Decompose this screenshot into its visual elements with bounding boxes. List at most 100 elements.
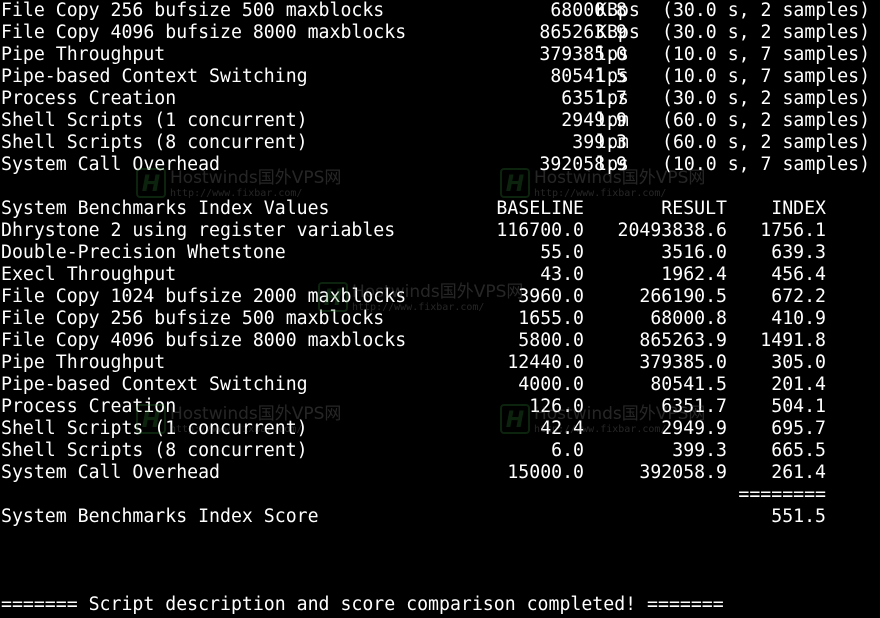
index-row: Double-Precision Whetstone 55.0 3516.0 6…	[0, 242, 880, 264]
result-row: File Copy 256 bufsize 500 maxblocks 6800…	[0, 0, 880, 22]
baseline-header: BASELINE	[496, 198, 584, 219]
index-row-index: 1491.8	[760, 330, 826, 351]
score-separator-row: ========	[0, 484, 880, 506]
index-row-index: 305.0	[771, 352, 826, 373]
index-row: File Copy 1024 bufsize 2000 maxblocks 39…	[0, 286, 880, 308]
index-row-result: 20493838.6	[617, 220, 728, 241]
index-row-label: System Call Overhead	[1, 462, 220, 483]
index-row-index: 695.7	[771, 418, 826, 439]
index-row-baseline: 15000.0	[507, 462, 584, 483]
index-row: Dhrystone 2 using register variables 116…	[0, 220, 880, 242]
result-unit: lpm	[596, 110, 629, 131]
result-unit: KBps	[596, 22, 640, 43]
result-label: Pipe-based Context Switching	[1, 66, 308, 87]
result-unit: lps	[596, 44, 629, 65]
result-unit: lps	[596, 88, 629, 109]
index-header: INDEX	[771, 198, 826, 219]
result-row: Shell Scripts (1 concurrent) 2949.9 lpm …	[0, 110, 880, 132]
index-row-index: 639.3	[771, 242, 826, 263]
index-row-result: 1962.4	[661, 264, 727, 285]
index-row-baseline: 1655.0	[518, 308, 584, 329]
index-row-baseline: 126.0	[529, 396, 584, 417]
result-row: System Call Overhead 392058.9 lps (10.0 …	[0, 154, 880, 176]
index-row-index: 201.4	[771, 374, 826, 395]
index-row-label: File Copy 1024 bufsize 2000 maxblocks	[1, 286, 407, 307]
index-row-baseline: 12440.0	[507, 352, 584, 373]
index-row-index: 672.2	[771, 286, 826, 307]
result-unit: lps	[596, 66, 629, 87]
result-unit: KBps	[596, 0, 640, 21]
result-row: File Copy 4096 bufsize 8000 maxblocks 86…	[0, 22, 880, 44]
index-row: Execl Throughput 43.0 1962.4 456.4	[0, 264, 880, 286]
result-row: Process Creation 6351.7 lps (30.0 s, 2 s…	[0, 88, 880, 110]
index-row: Pipe Throughput 12440.0 379385.0 305.0	[0, 352, 880, 374]
index-row-label: Pipe Throughput	[1, 352, 166, 373]
index-row-result: 379385.0	[639, 352, 727, 373]
index-row-index: 504.1	[771, 396, 826, 417]
index-row: File Copy 4096 bufsize 8000 maxblocks 58…	[0, 330, 880, 352]
result-row: Pipe Throughput 379385.0 lps (10.0 s, 7 …	[0, 44, 880, 66]
index-row-label: File Copy 4096 bufsize 8000 maxblocks	[1, 330, 407, 351]
index-row-index: 410.9	[771, 308, 826, 329]
result-unit: lpm	[596, 132, 629, 153]
result-label: File Copy 256 bufsize 500 maxblocks	[1, 0, 385, 21]
result-unit: lps	[596, 154, 629, 175]
result-row: Shell Scripts (8 concurrent) 399.3 lpm (…	[0, 132, 880, 154]
index-row-label: Double-Precision Whetstone	[1, 242, 286, 263]
result-header: RESULT	[661, 198, 727, 219]
index-row-index: 665.5	[771, 440, 826, 461]
index-row-label: Shell Scripts (8 concurrent)	[1, 440, 308, 461]
index-row-label: Pipe-based Context Switching	[1, 374, 308, 395]
index-row: System Call Overhead 15000.0 392058.9 26…	[0, 462, 880, 484]
index-row-baseline: 42.4	[540, 418, 584, 439]
result-note: (30.0 s, 2 samples)	[662, 22, 871, 43]
result-note: (10.0 s, 7 samples)	[662, 154, 871, 175]
result-label: Shell Scripts (1 concurrent)	[1, 110, 308, 131]
index-row-index: 1756.1	[760, 220, 826, 241]
index-row-result: 392058.9	[639, 462, 727, 483]
completion-message: ======= Script description and score com…	[1, 594, 724, 615]
index-row-index: 456.4	[771, 264, 826, 285]
score-separator: ========	[738, 484, 826, 505]
index-row: Process Creation 126.0 6351.7 504.1	[0, 396, 880, 418]
index-row: Shell Scripts (8 concurrent) 6.0 399.3 6…	[0, 440, 880, 462]
index-row-result: 68000.8	[650, 308, 727, 329]
result-note: (10.0 s, 7 samples)	[662, 44, 871, 65]
result-label: Pipe Throughput	[1, 44, 166, 65]
result-note: (30.0 s, 2 samples)	[662, 88, 871, 109]
index-row-baseline: 4000.0	[518, 374, 584, 395]
index-row-result: 2949.9	[661, 418, 727, 439]
index-row-label: Dhrystone 2 using register variables	[1, 220, 396, 241]
result-label: Process Creation	[1, 88, 177, 109]
result-note: (60.0 s, 2 samples)	[662, 110, 871, 131]
index-row-baseline: 5800.0	[518, 330, 584, 351]
index-row: Shell Scripts (1 concurrent) 42.4 2949.9…	[0, 418, 880, 440]
index-row-label: Shell Scripts (1 concurrent)	[1, 418, 308, 439]
index-row-label: Execl Throughput	[1, 264, 177, 285]
result-note: (30.0 s, 2 samples)	[662, 0, 871, 21]
result-label: File Copy 4096 bufsize 8000 maxblocks	[1, 22, 407, 43]
index-row-result: 865263.9	[639, 330, 727, 351]
index-row-label: File Copy 256 bufsize 500 maxblocks	[1, 308, 385, 329]
index-row-baseline: 55.0	[540, 242, 584, 263]
index-row-result: 6351.7	[661, 396, 727, 417]
index-row-baseline: 6.0	[551, 440, 584, 461]
index-row-result: 266190.5	[639, 286, 727, 307]
result-label: Shell Scripts (8 concurrent)	[1, 132, 308, 153]
index-row-result: 3516.0	[661, 242, 727, 263]
index-row: File Copy 256 bufsize 500 maxblocks 1655…	[0, 308, 880, 330]
result-row: Pipe-based Context Switching 80541.5 lps…	[0, 66, 880, 88]
result-label: System Call Overhead	[1, 154, 220, 175]
index-row-result: 80541.5	[650, 374, 727, 395]
index-header-row: System Benchmarks Index Values BASELINE …	[0, 198, 880, 220]
index-row-result: 399.3	[672, 440, 727, 461]
index-row: Pipe-based Context Switching 4000.0 8054…	[0, 374, 880, 396]
terminal-window[interactable]: File Copy 256 bufsize 500 maxblocks 6800…	[0, 0, 880, 618]
index-header-label: System Benchmarks Index Values	[1, 198, 330, 219]
index-row-label: Process Creation	[1, 396, 177, 417]
score-value: 551.5	[771, 506, 826, 527]
